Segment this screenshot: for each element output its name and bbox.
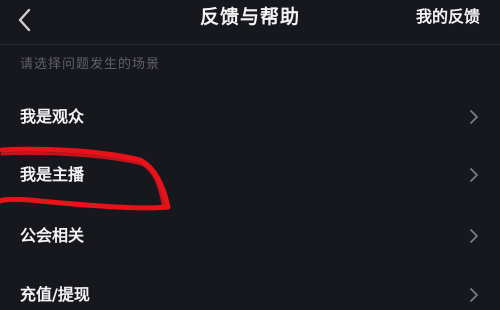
feedback-help-screen: 反馈与帮助 我的反馈 请选择问题发生的场景 我是观众 我是主播 公会相关 充值/… (0, 0, 500, 310)
scene-prompt-label: 请选择问题发生的场景 (20, 57, 161, 72)
menu-item-recharge-withdraw[interactable]: 充值/提现 (0, 266, 500, 310)
menu-item-guild[interactable]: 公会相关 (0, 207, 500, 265)
chevron-right-icon (470, 229, 478, 243)
menu-item-label: 充值/提现 (20, 285, 90, 304)
menu-item-viewer[interactable]: 我是观众 (0, 88, 500, 146)
header-divider (0, 44, 500, 45)
chevron-right-icon (470, 110, 478, 124)
top-navigation-bar: 反馈与帮助 我的反馈 (0, 0, 500, 44)
menu-item-streamer[interactable]: 我是主播 (0, 146, 500, 204)
menu-item-label: 我是主播 (20, 165, 85, 184)
chevron-right-icon (470, 168, 478, 182)
my-feedback-link[interactable]: 我的反馈 (416, 0, 480, 34)
menu-item-label: 我是观众 (20, 107, 85, 126)
chevron-right-icon (470, 288, 478, 302)
menu-item-label: 公会相关 (20, 226, 85, 245)
